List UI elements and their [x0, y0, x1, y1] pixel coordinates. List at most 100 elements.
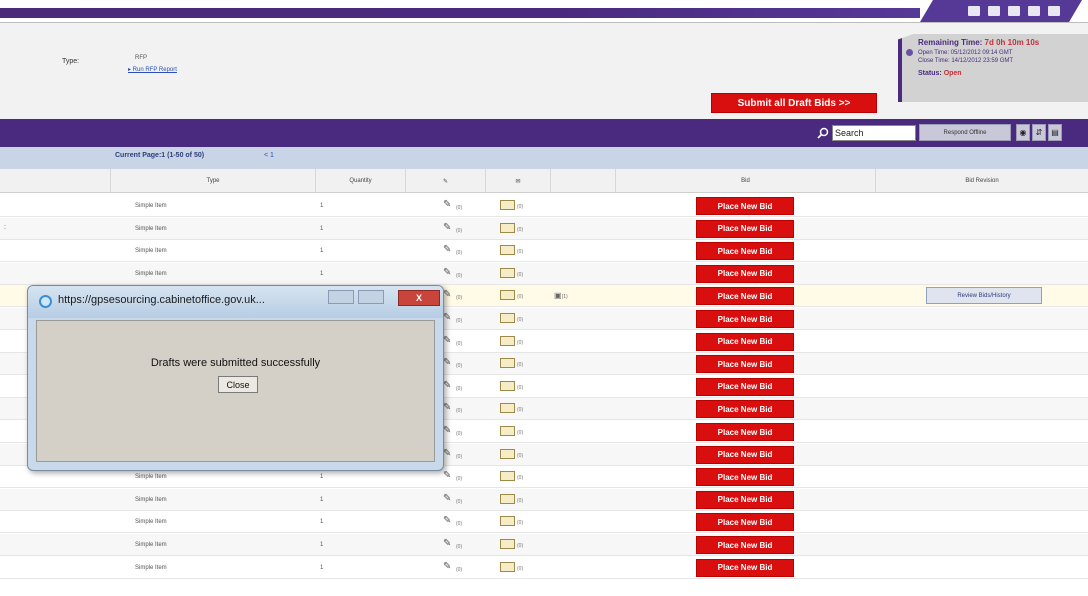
place-new-bid-button[interactable]: Place New Bid — [696, 558, 794, 577]
attachment-icon[interactable]: ✎ — [443, 199, 451, 210]
note-count: (1) — [561, 294, 568, 301]
calendar-icon[interactable] — [988, 6, 1000, 16]
place-new-bid-button[interactable]: Place New Bid — [696, 287, 794, 306]
browser-icon — [39, 295, 52, 308]
message-icon[interactable] — [500, 245, 515, 256]
attachment-icon[interactable]: ✎ — [443, 244, 451, 255]
message-icon[interactable] — [500, 335, 515, 346]
attachment-icon[interactable]: ✎ — [443, 402, 451, 413]
message-icon[interactable] — [500, 561, 515, 572]
maximize-button[interactable] — [358, 290, 384, 304]
place-new-bid-button[interactable]: Place New Bid — [696, 400, 794, 419]
attachment-icon[interactable]: ✎ — [443, 538, 451, 549]
message-count: (0) — [517, 497, 524, 504]
header-attachment: ✎ — [405, 169, 485, 193]
page-number-link[interactable]: < 1 — [264, 152, 274, 159]
type-value: RFP — [135, 55, 147, 61]
top-banner — [0, 0, 1088, 22]
message-icon[interactable] — [500, 290, 515, 301]
message-count: (0) — [517, 407, 524, 414]
attachment-count: (0) — [456, 205, 463, 211]
message-icon[interactable] — [500, 539, 515, 549]
message-icon[interactable] — [500, 222, 515, 233]
message-icon[interactable] — [500, 426, 515, 436]
place-new-bid-button[interactable]: Place New Bid — [696, 423, 794, 441]
message-icon[interactable] — [500, 516, 515, 527]
row-type: Simple Item — [135, 519, 167, 526]
binoculars-icon[interactable]: ◉ — [1016, 124, 1030, 141]
place-new-bid-button[interactable]: Place New Bid — [696, 490, 794, 509]
place-new-bid-button[interactable]: Place New Bid — [696, 197, 794, 215]
submit-all-draft-bids-button[interactable]: Submit all Draft Bids >> — [711, 93, 877, 113]
place-new-bid-button[interactable]: Place New Bid — [696, 242, 794, 261]
attachment-icon[interactable]: ✎ — [443, 470, 451, 481]
message-icon[interactable] — [500, 403, 515, 414]
minimize-button[interactable] — [328, 290, 354, 304]
place-new-bid-button[interactable]: Place New Bid — [696, 513, 794, 532]
place-new-bid-button[interactable]: Place New Bid — [696, 219, 794, 238]
message-icon[interactable] — [500, 200, 515, 210]
attachment-icon[interactable]: ✎ — [443, 515, 451, 526]
message-icon[interactable] — [500, 380, 515, 391]
attachment-count: (0) — [456, 566, 463, 573]
message-icon[interactable] — [500, 267, 515, 278]
attachment-icon[interactable]: ✎ — [443, 312, 451, 323]
header-quantity: Quantity — [315, 169, 405, 193]
columns-icon[interactable]: ▤ — [1048, 124, 1062, 141]
place-new-bid-button[interactable]: Place New Bid — [696, 355, 794, 374]
message-count: (0) — [517, 520, 524, 527]
attachment-icon[interactable]: ✎ — [443, 425, 451, 436]
attachment-count: (0) — [456, 250, 463, 257]
message-count: (0) — [517, 249, 524, 256]
dialog-body: Drafts were submitted successfully Close — [36, 320, 435, 462]
place-new-bid-button[interactable]: Place New Bid — [696, 445, 794, 464]
place-new-bid-button[interactable]: Place New Bid — [696, 377, 794, 396]
review-bids-history-button[interactable]: Review Bids/History — [926, 287, 1042, 305]
attachment-count: (0) — [456, 544, 463, 550]
message-icon[interactable] — [500, 358, 515, 369]
message-icon[interactable] — [500, 471, 515, 482]
dialog-close-button[interactable]: Close — [218, 376, 258, 393]
place-new-bid-button[interactable]: Place New Bid — [696, 332, 794, 351]
attachment-icon[interactable]: ✎ — [443, 493, 451, 504]
message-count: (0) — [517, 362, 524, 369]
attachment-icon[interactable]: ✎ — [443, 561, 451, 572]
header-note — [550, 169, 615, 193]
place-new-bid-button[interactable]: Place New Bid — [696, 264, 794, 283]
note-icon[interactable]: ▣(1) — [554, 291, 568, 300]
export-icon[interactable]: ⇵ — [1032, 124, 1046, 141]
attachment-count: (0) — [456, 476, 463, 483]
search-input[interactable] — [832, 125, 916, 141]
table-row: Simple Item 1 ✎ (0) (0) Place New Bid — [0, 511, 1088, 534]
dialog-url: https://gpsesourcing.cabinetoffice.gov.u… — [58, 294, 265, 306]
help-icon[interactable] — [1048, 6, 1060, 16]
respond-offline-button[interactable]: Respond Offline — [919, 124, 1011, 141]
row-quantity: 1 — [320, 519, 324, 526]
window-close-button[interactable]: X — [398, 290, 440, 306]
header-blank — [0, 169, 110, 193]
attachment-count: (0) — [456, 431, 463, 437]
place-new-bid-button[interactable]: Place New Bid — [696, 536, 794, 554]
message-count: (0) — [517, 384, 524, 391]
attachment-icon[interactable]: ✎ — [443, 357, 451, 368]
attachment-icon[interactable]: ✎ — [443, 335, 451, 346]
attachment-icon[interactable]: ✎ — [443, 289, 451, 300]
attachment-count: (0) — [456, 227, 463, 234]
attachment-icon[interactable]: ✎ — [443, 222, 451, 233]
header-bid: Bid — [615, 169, 875, 193]
table-row: Simple Item 1 ✎ (0) (0) Place New Bid — [0, 488, 1088, 511]
pin-icon[interactable] — [968, 6, 980, 16]
message-icon[interactable] — [500, 448, 515, 459]
print-icon[interactable] — [1008, 6, 1020, 16]
attachment-icon[interactable]: ✎ — [443, 267, 451, 278]
attachment-icon[interactable]: ✎ — [443, 380, 451, 391]
run-report-link[interactable]: ▸ Run RFP Report — [128, 66, 177, 73]
message-icon[interactable] — [500, 313, 515, 323]
place-new-bid-button[interactable]: Place New Bid — [696, 310, 794, 328]
table-toolbar: Respond Offline ◉ ⇵ ▤ — [0, 119, 1088, 147]
attachment-icon[interactable]: ✎ — [443, 448, 451, 459]
clock-icon — [906, 49, 913, 56]
expand-icon[interactable] — [1028, 6, 1040, 16]
message-icon[interactable] — [500, 493, 515, 504]
place-new-bid-button[interactable]: Place New Bid — [696, 468, 794, 487]
